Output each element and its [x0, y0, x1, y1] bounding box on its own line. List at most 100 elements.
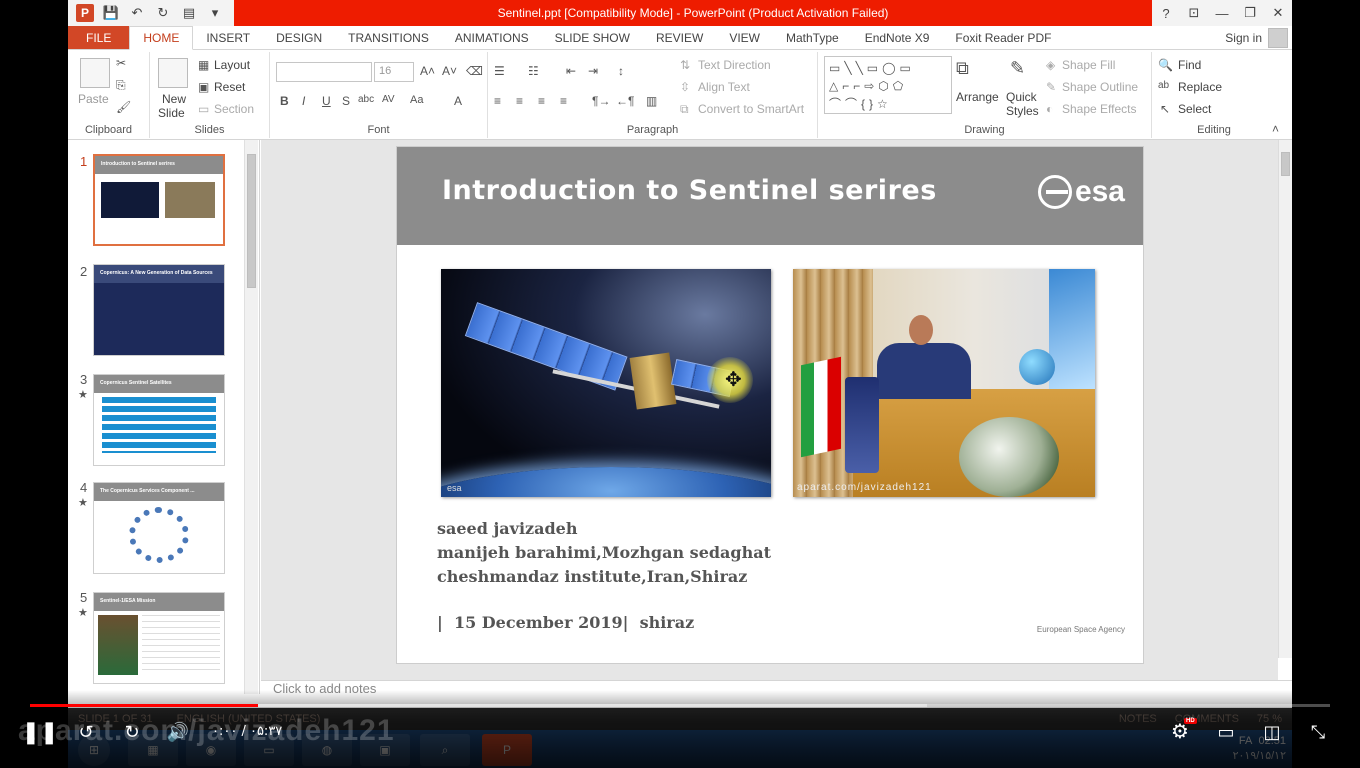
find-icon[interactable]: 🔍	[1158, 58, 1173, 72]
save-icon[interactable]: 💾	[102, 4, 120, 22]
grow-font-icon[interactable]: A˄	[420, 64, 435, 78]
theater-mode-button[interactable]: ▭	[1212, 718, 1240, 746]
bullets-icon[interactable]: ☰	[494, 64, 505, 78]
minimize-button[interactable]: —	[1208, 0, 1236, 26]
avatar[interactable]	[1268, 27, 1288, 48]
satellite-image[interactable]: ✥ esa	[441, 269, 771, 497]
replace-icon[interactable]: ab	[1158, 80, 1169, 91]
layout-icon[interactable]: ▦	[198, 58, 209, 72]
pause-button[interactable]: ❚❚	[22, 718, 59, 746]
slide-thumbnail-4[interactable]: The Copernicus Services Component ...	[93, 482, 225, 574]
tab-mathtype[interactable]: MathType	[773, 26, 852, 49]
font-size-combo[interactable]: 16	[374, 62, 414, 82]
slide-thumbnail-1[interactable]: Introduction to Sentinel serires	[93, 154, 225, 246]
tab-home[interactable]: HOME	[129, 26, 194, 50]
slide-scroll-thumb[interactable]	[1281, 152, 1290, 176]
undo-icon[interactable]: ↶	[128, 4, 146, 22]
tab-animations[interactable]: ANIMATIONS	[442, 26, 542, 49]
underline-icon[interactable]: U	[322, 94, 331, 108]
authors-block[interactable]: saeed javizadeh manijeh barahimi,Mozhgan…	[437, 517, 771, 589]
tab-endnote[interactable]: EndNote X9	[852, 26, 943, 49]
sign-in[interactable]: Sign in	[1225, 26, 1292, 49]
rtl-icon[interactable]: ←¶	[616, 94, 634, 108]
ltr-icon[interactable]: ¶→	[592, 94, 610, 108]
tab-review[interactable]: REVIEW	[643, 26, 716, 49]
increase-indent-icon[interactable]: ⇥	[588, 64, 598, 78]
tab-view[interactable]: VIEW	[716, 26, 773, 49]
justify-icon[interactable]: ≡	[560, 94, 567, 108]
shrink-font-icon[interactable]: A˅	[442, 64, 457, 78]
copy-icon[interactable]: ⎘	[116, 78, 126, 93]
text-direction-button[interactable]: Text Direction	[698, 58, 771, 72]
ribbon-display-options-button[interactable]: ⊡	[1180, 0, 1208, 26]
shadow-icon[interactable]: S	[342, 94, 350, 108]
shape-outline-button[interactable]: Shape Outline	[1062, 80, 1138, 94]
line-spacing-icon[interactable]: ↕	[618, 64, 624, 78]
change-case-icon[interactable]: Aa	[410, 94, 423, 106]
restore-button[interactable]: ❐	[1236, 0, 1264, 26]
new-slide-label[interactable]: New	[162, 92, 186, 106]
tab-insert[interactable]: INSERT	[193, 26, 263, 49]
thumbnails-scrollbar[interactable]	[244, 140, 258, 694]
powerpoint-taskbar-icon[interactable]: P	[482, 734, 532, 766]
customize-qat-icon[interactable]: ▾	[206, 4, 224, 22]
slide[interactable]: Introduction to Sentinel serires esa ✥ e…	[396, 146, 1144, 664]
reset-icon[interactable]: ▣	[198, 80, 209, 94]
align-right-icon[interactable]: ≡	[538, 94, 545, 108]
new-slide-label-2[interactable]: Slide	[158, 106, 185, 120]
notes-pane[interactable]: Click to add notes	[261, 680, 1292, 696]
shape-fill-button[interactable]: Shape Fill	[1062, 58, 1115, 72]
convert-smartart-button[interactable]: Convert to SmartArt	[698, 102, 804, 116]
paste-button[interactable]: Paste	[78, 92, 109, 106]
section-button[interactable]: Section	[214, 102, 254, 116]
numbering-icon[interactable]: ☷	[528, 64, 539, 78]
tab-transitions[interactable]: TRANSITIONS	[335, 26, 442, 49]
styles-label[interactable]: Styles	[1006, 104, 1039, 118]
font-name-combo[interactable]	[276, 62, 372, 82]
shape-outline-icon[interactable]: ✎	[1046, 80, 1056, 94]
format-painter-icon[interactable]: 🖌	[116, 100, 131, 114]
reset-button[interactable]: Reset	[214, 80, 245, 94]
smartart-icon[interactable]: ⧉	[680, 102, 689, 117]
italic-icon[interactable]: I	[302, 94, 305, 108]
thumbnails-scroll-thumb[interactable]	[247, 154, 256, 288]
close-button[interactable]: ✕	[1264, 0, 1292, 26]
layout-button[interactable]: Layout	[214, 58, 250, 72]
strikethrough-icon[interactable]: abc	[358, 94, 374, 105]
bold-icon[interactable]: B	[280, 94, 289, 108]
rewind-10-button[interactable]: ↺	[72, 718, 100, 746]
notes-button[interactable]: NOTES	[1119, 713, 1157, 725]
search-icon[interactable]: ⌕	[420, 734, 470, 766]
collapse-ribbon-icon[interactable]: ˄	[1272, 122, 1279, 136]
presenter-photo[interactable]: aparat.com/javizadeh121	[793, 269, 1095, 497]
columns-icon[interactable]: ▥	[646, 94, 657, 108]
align-left-icon[interactable]: ≡	[494, 94, 501, 108]
quick-styles-icon[interactable]: ✎	[1010, 58, 1025, 79]
arrange-icon[interactable]: ⧉	[956, 58, 969, 79]
forward-10-button[interactable]: ↻	[118, 718, 146, 746]
slide-thumbnail-2[interactable]: Copernicus: A New Generation of Data Sou…	[93, 264, 225, 356]
progress-bar[interactable]	[30, 704, 1330, 707]
shape-fill-icon[interactable]: ◈	[1046, 58, 1055, 72]
decrease-indent-icon[interactable]: ⇤	[566, 64, 576, 78]
paste-icon[interactable]	[80, 58, 110, 88]
section-icon[interactable]: ▭	[198, 102, 209, 116]
slide-thumbnail-3[interactable]: Copernicus Sentinel Satellites	[93, 374, 225, 466]
clear-format-icon[interactable]: ⌫	[466, 64, 483, 78]
align-center-icon[interactable]: ≡	[516, 94, 523, 108]
select-button[interactable]: Select	[1178, 102, 1211, 116]
tab-foxit[interactable]: Foxit Reader PDF	[942, 26, 1064, 49]
text-direction-icon[interactable]: ⇅	[680, 58, 690, 72]
miniplayer-button[interactable]: ◫	[1258, 718, 1286, 746]
slide-title[interactable]: Introduction to Sentinel serires	[442, 175, 937, 206]
slide-thumbnail-5[interactable]: Sentinel-1/ESA Mission	[93, 592, 225, 684]
sign-in-label[interactable]: Sign in	[1225, 31, 1262, 45]
shape-effects-icon[interactable]: ◐	[1046, 102, 1053, 116]
redo-icon[interactable]: ↻	[154, 4, 172, 22]
quick-label[interactable]: Quick	[1006, 90, 1037, 104]
select-icon[interactable]: ↖	[1160, 102, 1170, 116]
tab-slide-show[interactable]: SLIDE SHOW	[542, 26, 643, 49]
tab-file[interactable]: FILE	[68, 26, 130, 49]
help-button[interactable]: ?	[1152, 0, 1180, 26]
align-text-button[interactable]: Align Text	[698, 80, 750, 94]
